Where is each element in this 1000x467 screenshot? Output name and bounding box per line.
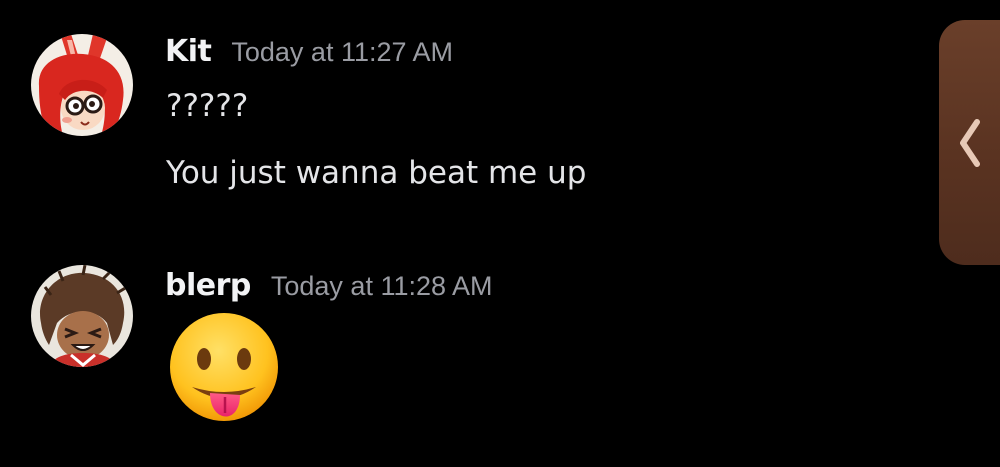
user-avatar-kit[interactable] <box>31 34 133 136</box>
username[interactable]: Kit <box>165 34 212 69</box>
side-panel-toggle[interactable] <box>939 20 1000 265</box>
message-text: ????? <box>166 88 249 124</box>
red-bunny-character-avatar-icon <box>31 34 133 136</box>
face-with-tongue-emoji[interactable] <box>166 313 284 431</box>
message-header-blerp: blerp Today at 11:28 AM <box>165 268 493 303</box>
message-header-kit: Kit Today at 11:27 AM <box>165 34 453 69</box>
timestamp: Today at 11:27 AM <box>231 37 454 67</box>
message-text: You just wanna beat me up <box>166 155 587 191</box>
username[interactable]: blerp <box>165 268 251 303</box>
user-avatar-blerp[interactable] <box>31 265 133 367</box>
chevron-left-icon <box>960 119 980 167</box>
message-group-blerp: blerp Today at 11:28 AM <box>0 240 930 467</box>
message-group-kit: Kit Today at 11:27 AM ????? You just wan… <box>0 0 930 240</box>
brown-haired-character-avatar-icon <box>31 265 133 367</box>
timestamp: Today at 11:28 AM <box>270 271 493 301</box>
